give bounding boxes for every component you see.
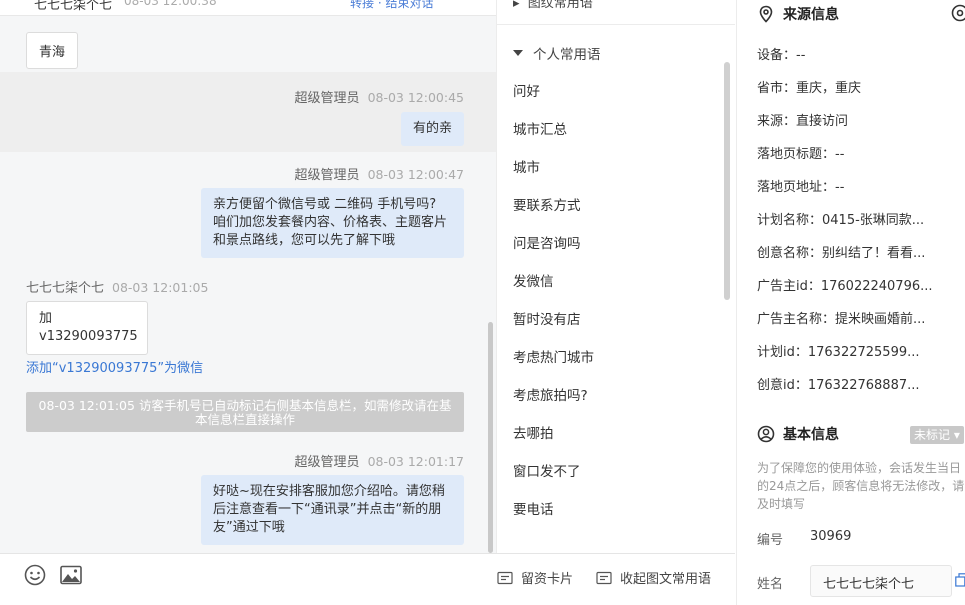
phrase-group-header[interactable]: ▸ 图纹常用语 — [513, 0, 593, 11]
message-line: 亲方便留个微信号或 二维码 手机号吗? — [213, 197, 437, 212]
message-time: 08-03 12:00:45 — [367, 90, 464, 105]
message-line: 加 — [39, 311, 53, 326]
phrases-scrollbar[interactable] — [724, 62, 730, 300]
phrase-item[interactable]: 发微信 — [513, 270, 554, 290]
tag-dropdown[interactable]: 未标记 ▾ — [910, 426, 964, 444]
card-icon — [497, 571, 513, 584]
phrase-item[interactable]: 考虑热门城市 — [513, 346, 594, 366]
phrase-item[interactable]: 暂时没有店 — [513, 308, 581, 328]
system-notice: 08-03 12:01:05 访客手机号已自动标记右侧基本信息栏，如需修改请在基… — [26, 392, 464, 432]
header-actions[interactable]: 转接 · 结束对话 — [350, 0, 433, 11]
message-sender-line: 超级管理员 08-03 12:00:47 — [295, 164, 464, 183]
visitor-message-bubble: 加 v13290093775 — [26, 301, 148, 355]
advertiser-id: 广告主id：176022240796... — [757, 279, 933, 294]
source-region: 省市：重庆，重庆 — [757, 81, 862, 96]
phrase-item[interactable]: 去哪拍 — [513, 422, 554, 442]
message-line: 友”通过下哦 — [213, 520, 285, 535]
phrase-group-header[interactable]: 个人常用语 — [513, 43, 601, 63]
phrase-item[interactable]: 问好 — [513, 80, 540, 100]
lead-card-button[interactable]: 留资卡片 — [497, 568, 573, 587]
source-channel: 来源：直接访问 — [757, 114, 849, 129]
common-phrases-panel: ▸ 图纹常用语 个人常用语 问好 城市汇总 城市 要联系方式 问是咨询吗 发微信… — [496, 0, 735, 553]
campaign-id: 计划id：176322725599... — [757, 345, 920, 360]
divider — [497, 24, 735, 25]
eye-icon[interactable] — [951, 4, 965, 22]
message-line: 咱们加您发套餐内容、价格表、主题客片 — [213, 215, 448, 230]
phrase-item[interactable]: 考虑旅拍吗? — [513, 384, 588, 404]
add-wechat-link[interactable]: 添加“v13290093775”为微信 — [26, 357, 203, 376]
message-sender-line: 超级管理员 08-03 12:00:45 — [295, 87, 464, 106]
message-sender-line: 超级管理员 08-03 12:01:17 — [295, 451, 464, 470]
collapse-phrases-button[interactable]: 收起图文常用语 — [596, 568, 711, 587]
phrase-item[interactable]: 要电话 — [513, 498, 554, 518]
agent-message-bubble: 有的亲 — [400, 112, 464, 146]
lead-card-label: 留资卡片 — [521, 572, 574, 587]
sender-name: 七七七柒个七 — [26, 281, 105, 296]
landing-page-title: 落地页标题：-- — [757, 147, 845, 162]
campaign-name: 计划名称：0415-张琳同款... — [757, 213, 925, 228]
chat-header-clipped: 七七七柒个七 08-03 12:00:38 转接 · 结束对话 — [0, 0, 496, 16]
creative-id: 创意id：176322768887... — [757, 378, 920, 393]
source-info-header: 来源信息 — [757, 4, 839, 24]
basic-info-header: 基本信息 — [757, 424, 839, 444]
message-line: 后注意查看一下“通讯录”并点击“新的朋 — [213, 502, 442, 517]
creative-name: 创意名称：别纠结了！看看... — [757, 246, 926, 261]
notice-line: 本信息栏直接操作 — [194, 412, 295, 427]
phrase-item[interactable]: 城市汇总 — [513, 118, 567, 138]
name-label: 姓名 — [757, 577, 784, 592]
source-device: 设备：-- — [757, 48, 806, 63]
input-toolbar: 留资卡片 收起图文常用语 — [0, 553, 735, 605]
phrase-item[interactable]: 问是咨询吗 — [513, 232, 581, 252]
caret-down-icon — [513, 50, 523, 56]
agent-message-bubble: 亲方便留个微信号或 二维码 手机号吗? 咱们加您发套餐内容、价格表、主题客片 和… — [201, 188, 464, 258]
message-time: 08-03 12:00:47 — [367, 167, 464, 182]
agent-message-bubble: 好哒~现在安排客服加您介绍哈。请您稍 后注意查看一下“通讯录”并点击“新的朋 友… — [201, 475, 464, 545]
notice-line: 08-03 12:01:05 访客手机号已自动标记右侧基本信息栏，如需修改请在基 — [38, 398, 452, 413]
phrase-item[interactable]: 窗口发不了 — [513, 460, 581, 480]
chevron-right-icon: ▸ — [513, 0, 520, 11]
name-value: 七七七七柒个七 — [823, 577, 915, 592]
message-sender-line: 七七七柒个七 08-03 12:01:05 — [26, 277, 208, 296]
sender-name: 超级管理员 — [294, 91, 360, 106]
sender-name: 超级管理员 — [294, 455, 360, 470]
visitor-name: 七七七柒个七 — [34, 0, 113, 13]
group-title: 个人常用语 — [533, 47, 601, 63]
user-circle-icon — [757, 425, 775, 443]
copy-icon[interactable] — [955, 573, 965, 587]
message-time: 08-03 12:01:17 — [367, 454, 464, 469]
image-icon[interactable] — [60, 564, 82, 586]
message-text: 青海 — [39, 45, 66, 60]
sender-name: 超级管理员 — [294, 168, 360, 183]
location-pin-icon — [759, 5, 773, 23]
message-time: 08-03 12:00:38 — [124, 0, 217, 8]
advertiser-name: 广告主名称：提米映画婚前... — [757, 312, 926, 327]
message-line: 好哒~现在安排客服加您介绍哈。请您稍 — [213, 484, 445, 499]
id-value: 30969 — [810, 529, 852, 544]
section-title: 来源信息 — [783, 7, 839, 23]
edit-hint: 为了保障您的使用体验，会话发生当日的24点之后，顾客信息将无法修改，请及时填写 — [757, 461, 965, 511]
card-icon — [596, 571, 612, 584]
emoji-icon[interactable] — [24, 564, 46, 586]
phrase-item[interactable]: 要联系方式 — [513, 194, 581, 214]
chat-scrollbar[interactable] — [488, 322, 493, 553]
collapse-phrases-label: 收起图文常用语 — [620, 572, 712, 587]
phrase-item[interactable]: 城市 — [513, 156, 540, 176]
visitor-message-bubble: 青海 — [26, 32, 79, 69]
message-line: 和景点路线，您可以先了解下哦 — [213, 233, 396, 248]
message-time: 08-03 12:01:05 — [112, 280, 209, 295]
id-label: 编号 — [757, 533, 784, 548]
message-line: v13290093775 — [39, 329, 138, 344]
chat-panel[interactable]: 七七七柒个七 08-03 12:00:38 转接 · 结束对话 青海 超级管理员… — [0, 0, 496, 553]
name-field[interactable]: 七七七七柒个七 — [810, 565, 952, 597]
visitor-info-panel: 来源信息 设备：-- 省市：重庆，重庆 来源：直接访问 落地页标题：-- 落地页… — [736, 0, 965, 605]
group-title: 图纹常用语 — [527, 0, 593, 11]
landing-page-url: 落地页地址：-- — [757, 180, 845, 195]
section-title: 基本信息 — [783, 427, 839, 443]
message-text: 有的亲 — [412, 121, 452, 136]
